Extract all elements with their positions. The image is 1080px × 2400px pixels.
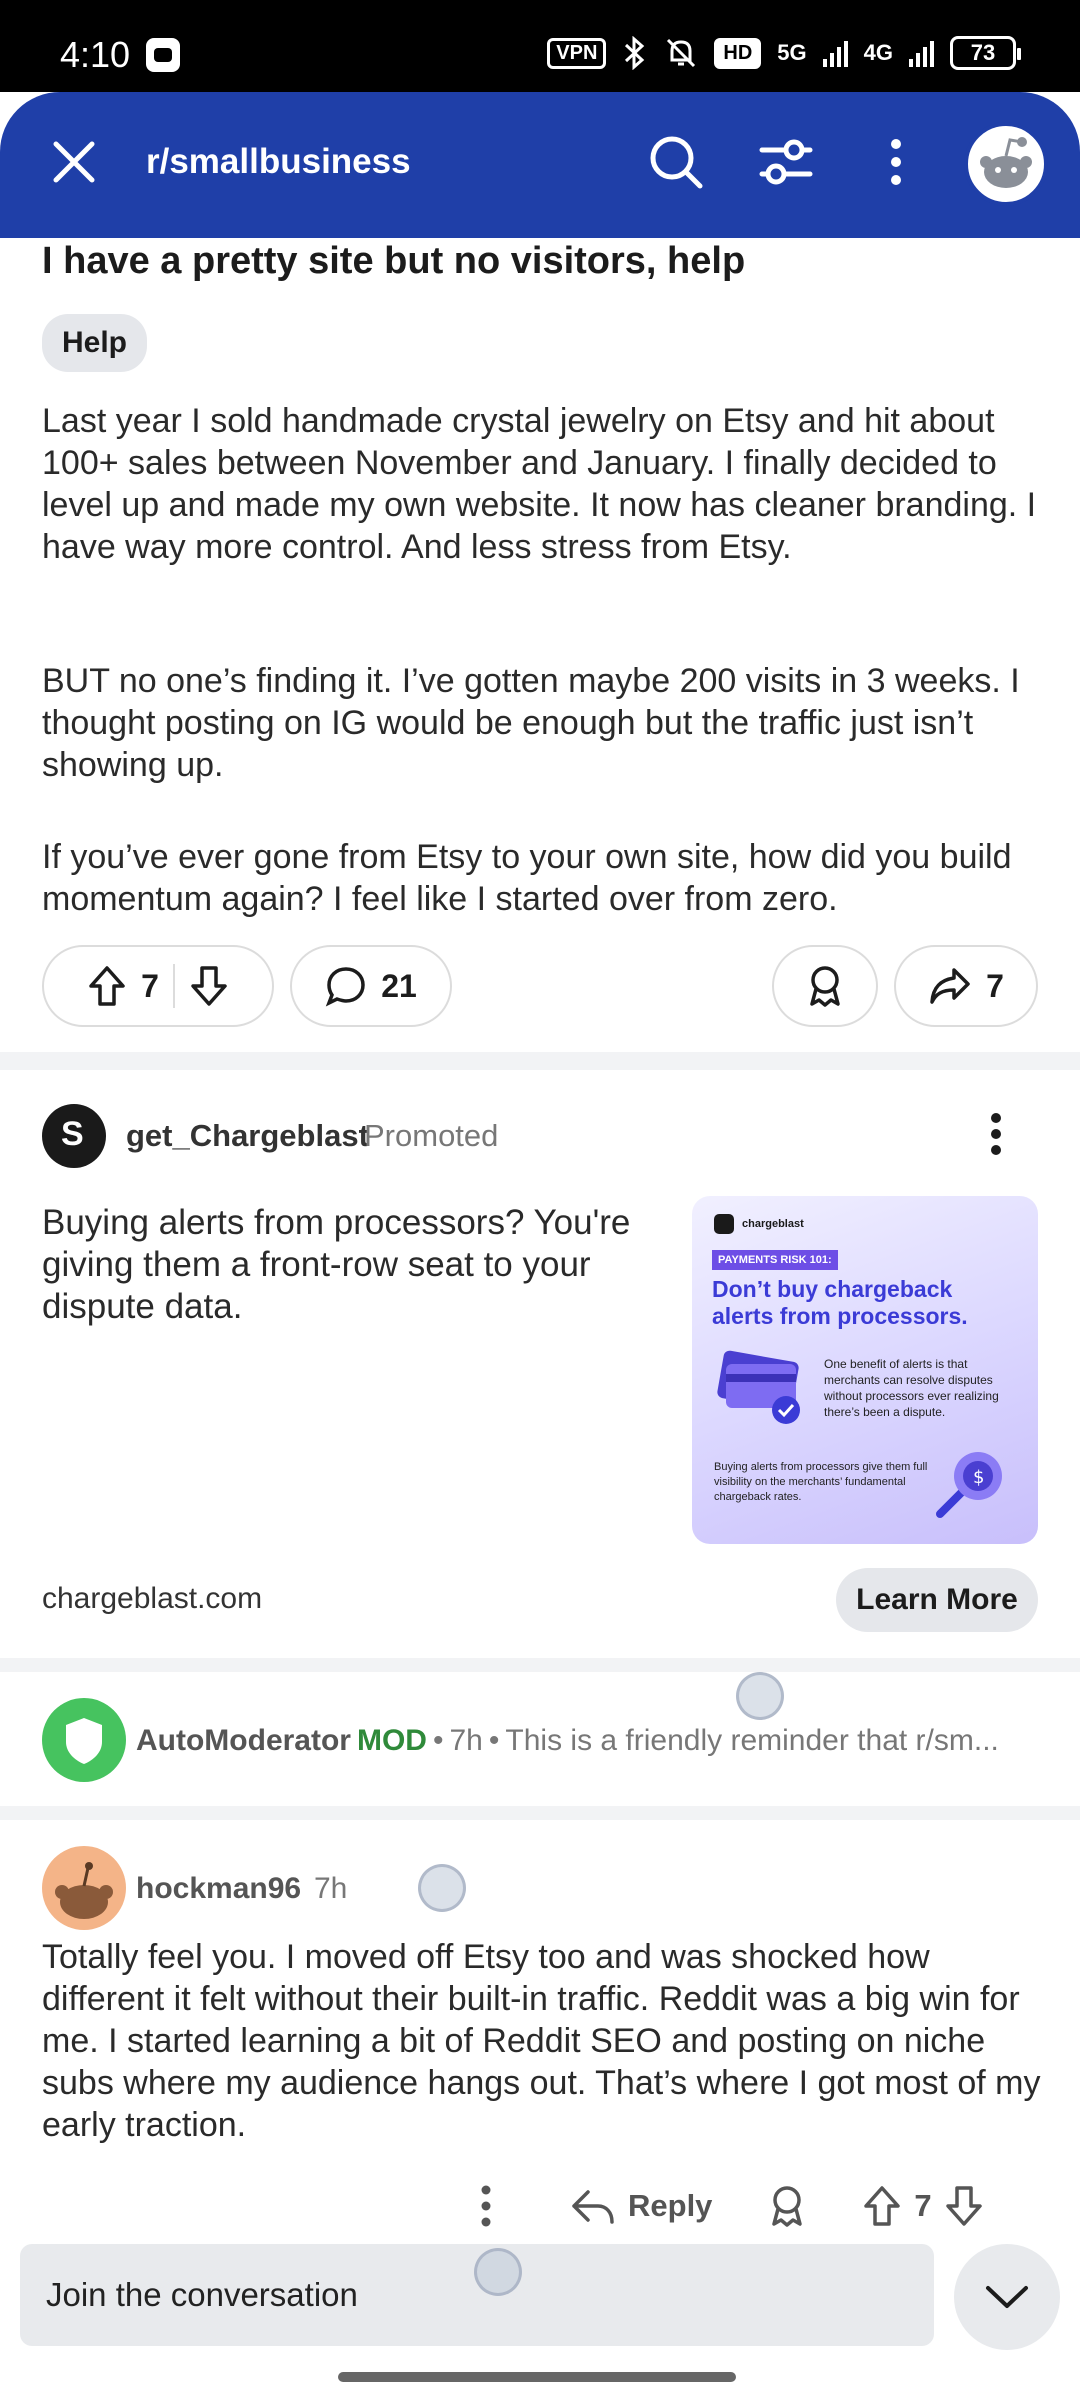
mod-badge: MOD (356, 1724, 427, 1757)
post-title: I have a pretty site but no visitors, he… (42, 240, 746, 282)
snoo-avatar-icon (980, 137, 1032, 188)
automoderator-comment-collapsed[interactable]: AutoModerator MOD • 7h • This is a friendly r… (136, 1724, 999, 1758)
ad-image-brand-icon (714, 1214, 734, 1234)
comment-time: 7h (314, 1872, 348, 1905)
touch-indicator (418, 1864, 466, 1912)
post-flair[interactable]: Help (42, 314, 148, 372)
comment-more-options-icon[interactable] (466, 2182, 506, 2230)
home-indicator[interactable] (338, 2372, 736, 2382)
user-avatar[interactable] (964, 122, 1048, 206)
comment-body: Totally feel you. I moved off Etsy too a… (42, 1938, 1041, 2144)
award-icon (810, 966, 840, 1007)
bluetooth-icon (625, 36, 645, 70)
touch-indicator (736, 1672, 784, 1720)
hd-icon: HD (714, 37, 762, 69)
comment-downvote-icon[interactable] (944, 2184, 984, 2228)
ad-image-text-1: One benefit of alerts is that merchants … (824, 1357, 999, 1419)
network-5g-label: 5G (777, 40, 807, 65)
status-indicators: VPN HD 5G 4G 73 (547, 36, 1021, 70)
search-icon[interactable] (646, 132, 706, 192)
battery-icon: 73 (950, 36, 1021, 70)
vote-divider (172, 964, 175, 1008)
touch-indicator (474, 2248, 522, 2296)
share-icon (930, 968, 970, 1004)
promoted-label: Promoted (364, 1118, 499, 1153)
ad-headline[interactable]: Buying alerts from processors? You're gi… (42, 1202, 672, 1328)
chevron-down-icon (986, 2286, 1028, 2308)
signal-4g-icon (909, 39, 934, 67)
meta-separator: • (432, 1724, 444, 1757)
automoderator-name[interactable]: AutoModerator (136, 1724, 351, 1757)
comment-actions: Reply 7 (466, 2178, 984, 2234)
comment-count: 21 (381, 967, 417, 1004)
share-count: 7 (986, 967, 1004, 1004)
post-paragraph-1: Last year I sold handmade crystal jewelr… (42, 402, 1037, 566)
comment-upvote-icon[interactable] (862, 2184, 902, 2228)
app-header: r/smallbusiness (0, 92, 1080, 238)
reply-icon[interactable] (570, 2186, 616, 2226)
battery-level: 73 (970, 40, 996, 65)
network-4g-label: 4G (863, 40, 893, 65)
credit-card-icon (717, 1350, 800, 1424)
ad-domain[interactable]: chargeblast.com (42, 1582, 262, 1616)
ad-image-headline: Don’t buy chargeback alerts from process… (712, 1276, 968, 1329)
automoderator-preview: This is a friendly reminder that r/sm... (505, 1724, 999, 1757)
vote-control: 7 (42, 945, 274, 1027)
share-button[interactable]: 7 (894, 945, 1038, 1027)
award-button[interactable] (772, 945, 878, 1027)
meta-separator: • (488, 1724, 500, 1757)
upvote-icon[interactable] (87, 964, 127, 1008)
svg-text:$: $ (973, 1467, 984, 1488)
filter-sort-icon[interactable] (756, 132, 816, 192)
ad-image-text-2: Buying alerts from processors give them … (714, 1461, 928, 1503)
status-time: 4:10 (60, 34, 131, 75)
expand-comments-button[interactable] (954, 2244, 1060, 2350)
section-divider (0, 1658, 1080, 1672)
advertiser-name[interactable]: get_Chargeblast (126, 1118, 369, 1154)
comment-award-icon[interactable] (766, 2184, 808, 2228)
status-bar: 4:10 VPN HD 5G 4G 73 (0, 0, 1080, 92)
advertiser-logo[interactable] (42, 1104, 106, 1168)
commenter-avatar[interactable] (42, 1846, 126, 1930)
subreddit-title[interactable]: r/smallbusiness (146, 142, 411, 182)
ad-more-options-icon[interactable] (976, 1110, 1016, 1158)
section-divider (0, 1052, 1080, 1070)
automoderator-time: 7h (449, 1724, 483, 1757)
ad-image-brand: chargeblast (714, 1214, 804, 1234)
ad-image[interactable]: chargeblast PAYMENTS RISK 101: Don’t buy… (692, 1196, 1038, 1544)
vpn-icon: VPN (547, 37, 607, 69)
ad-image-brand-name: chargeblast (742, 1218, 804, 1230)
close-icon[interactable] (44, 132, 104, 192)
section-divider (0, 1806, 1080, 1820)
ad-image-badge: PAYMENTS RISK 101: (712, 1250, 838, 1270)
magnifier-dollar-icon: $ (936, 1452, 1002, 1518)
downvote-icon[interactable] (189, 964, 229, 1008)
comment-vote-count: 7 (914, 2188, 932, 2223)
reply-button[interactable]: Reply (628, 2188, 712, 2224)
notification-app-icon (146, 38, 180, 72)
shield-icon (66, 1718, 102, 1764)
comments-button[interactable]: 21 (290, 945, 452, 1027)
learn-more-button[interactable]: Learn More (836, 1568, 1038, 1632)
post-paragraph-3: If you’ve ever gone from Etsy to your ow… (42, 838, 1012, 918)
comment-icon (325, 967, 365, 1007)
post-paragraph-2: BUT no one’s finding it. I’ve gotten may… (42, 662, 1020, 784)
commenter-name[interactable]: hockman96 (136, 1872, 301, 1906)
automoderator-avatar[interactable] (42, 1698, 126, 1782)
more-options-icon[interactable] (866, 132, 926, 192)
upvote-count: 7 (141, 967, 159, 1004)
snoo-avatar-icon (55, 1862, 113, 1919)
bell-muted-icon (667, 38, 696, 68)
signal-5g-icon (822, 39, 848, 67)
